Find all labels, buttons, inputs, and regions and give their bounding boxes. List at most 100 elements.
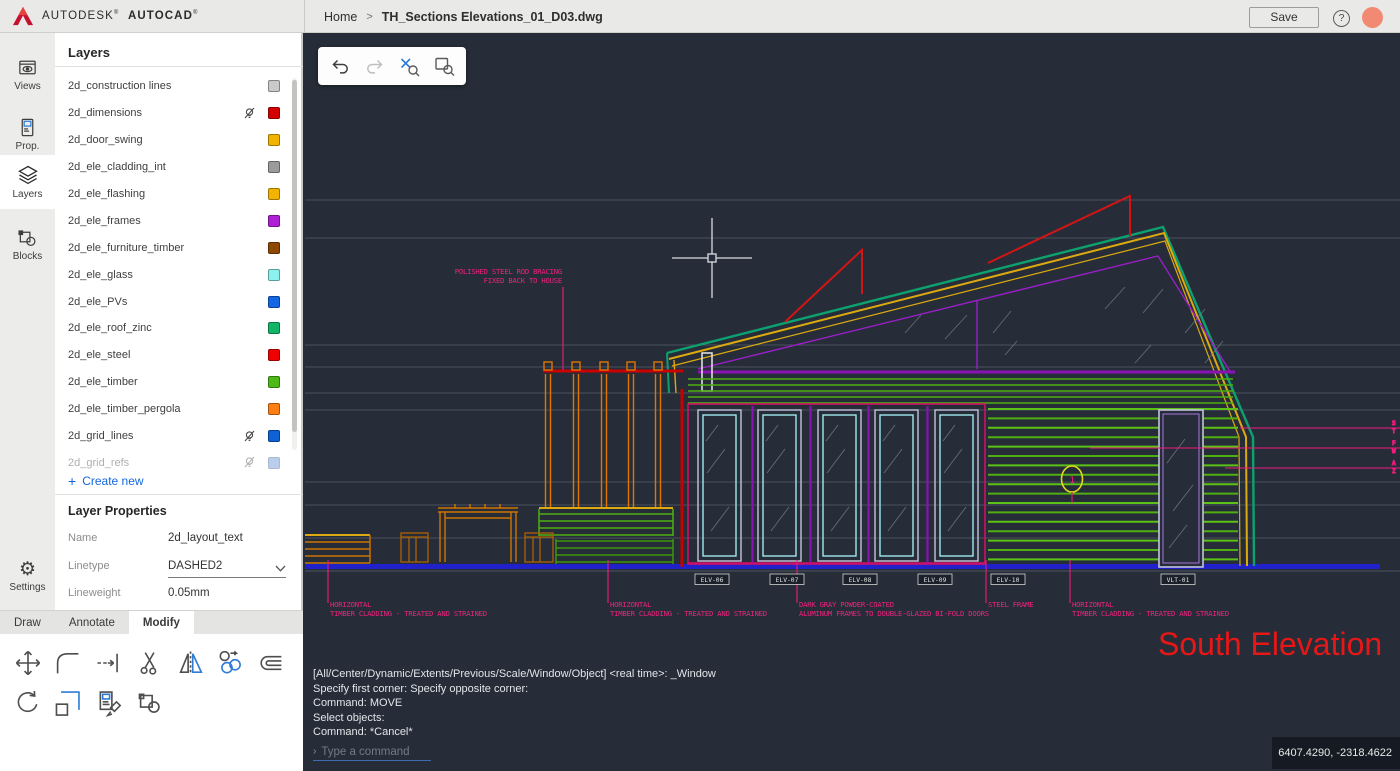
sidebar-item-blocks[interactable]: Blocks: [0, 217, 55, 271]
svg-text:W: W: [1392, 448, 1396, 455]
copy-button[interactable]: [216, 648, 246, 678]
material-label: ALUMINUM FRAMES TO DOUBLE-GLAZED BI-FOLD…: [799, 609, 989, 618]
layer-properties-title: Layer Properties: [68, 504, 167, 518]
layer-color-swatch[interactable]: [268, 376, 280, 389]
lineweight-value[interactable]: 0.05mm: [168, 587, 210, 599]
layer-color-swatch[interactable]: [268, 349, 280, 362]
layer-color-swatch[interactable]: [268, 456, 280, 469]
redo-button[interactable]: [360, 51, 390, 81]
layer-row[interactable]: 2d_dimensions: [55, 100, 303, 127]
undo-button[interactable]: [325, 51, 355, 81]
sidebar-item-settings[interactable]: ⚙ Settings: [0, 549, 55, 603]
create-new-layer-button[interactable]: + Create new: [68, 473, 144, 489]
layer-row[interactable]: 2d_ele_frames: [55, 207, 303, 234]
layer-name: 2d_grid_refs: [68, 456, 130, 469]
layer-name: 2d_ele_frames: [68, 214, 141, 227]
rotate-icon: [17, 690, 38, 713]
material-label: HORIZONTAL: [330, 600, 371, 609]
plus-icon: +: [68, 473, 77, 489]
layer-row[interactable]: 2d_door_swing: [55, 127, 303, 154]
layer-row[interactable]: 2d_grid_refs: [55, 449, 303, 473]
layer-list-scrollbar[interactable]: [292, 78, 297, 450]
zoom-selection-button[interactable]: [395, 51, 425, 81]
elevation-drawing[interactable]: STFWAZ 1 POLISHED STEEL ROD BRACINGFIXED…: [305, 33, 1400, 771]
layer-name-value[interactable]: 2d_layout_text: [168, 532, 243, 544]
sidebar-item-layers[interactable]: Layers: [0, 155, 55, 209]
breadcrumb-home[interactable]: Home: [324, 10, 357, 24]
layer-row[interactable]: 2d_ele_cladding_int: [55, 154, 303, 181]
layer-row[interactable]: 2d_construction lines: [55, 73, 303, 100]
layer-name: 2d_ele_timber_pergola: [68, 403, 181, 416]
save-button[interactable]: Save: [1249, 7, 1319, 28]
layer-color-swatch[interactable]: [268, 188, 280, 200]
tab-modify[interactable]: Modify: [128, 611, 194, 635]
sidebar-item-views[interactable]: Views: [0, 47, 55, 101]
layer-row[interactable]: 2d_ele_furniture_timber: [55, 234, 303, 261]
command-input[interactable]: › Type a command: [313, 743, 431, 761]
chevron-down-icon[interactable]: [275, 565, 286, 573]
match-properties-button[interactable]: [94, 688, 124, 718]
layer-row[interactable]: 2d_ele_glass: [55, 261, 303, 288]
layer-color-swatch[interactable]: [268, 268, 280, 281]
svg-text:S: S: [1392, 420, 1396, 427]
layer-row[interactable]: 2d_ele_roof_zinc: [55, 315, 303, 342]
layer-color-swatch[interactable]: [268, 322, 280, 335]
layer-row[interactable]: 2d_ele_timber: [55, 369, 303, 396]
left-nav-rail: Views Prop. Layers Blocks ⚙ Settings: [0, 33, 55, 610]
material-label: TIMBER CLADDING - TREATED AND STRAINED: [610, 609, 767, 618]
explode-icon: [138, 693, 160, 713]
sidebar-item-properties[interactable]: Prop.: [0, 107, 55, 161]
avatar[interactable]: [1362, 7, 1383, 28]
linetype-select[interactable]: DASHED2: [168, 560, 222, 572]
layer-color-swatch[interactable]: [268, 80, 280, 93]
divider: [55, 66, 303, 67]
layer-name: 2d_ele_PVs: [68, 295, 128, 308]
blocks-icon: [18, 229, 36, 246]
drawing-canvas[interactable]: STFWAZ 1 POLISHED STEEL ROD BRACING FIXED…: [305, 33, 1400, 771]
layer-row[interactable]: 2d_grid_lines: [55, 423, 303, 450]
layer-name: 2d_dimensions: [68, 107, 142, 120]
extend-button[interactable]: [94, 648, 124, 678]
move-button[interactable]: [13, 648, 43, 678]
layer-name: 2d_grid_lines: [68, 430, 134, 443]
layer-name: 2d_ele_timber: [68, 376, 138, 389]
trim-button[interactable]: [136, 648, 166, 678]
layer-color-swatch[interactable]: [268, 403, 280, 416]
elev-tag: ELV-10: [997, 577, 1020, 584]
layer-row[interactable]: 2d_ele_flashing: [55, 181, 303, 208]
layer-color-swatch[interactable]: [268, 430, 280, 443]
offset-button[interactable]: [256, 648, 286, 678]
autodesk-logo[interactable]: AUTODESK® AUTOCAD®: [12, 5, 199, 27]
fillet-button[interactable]: [53, 648, 83, 678]
rotate-button[interactable]: [13, 688, 43, 718]
explode-button[interactable]: [136, 688, 166, 718]
layer-color-swatch[interactable]: [268, 295, 280, 308]
zoom-window-button[interactable]: [430, 51, 460, 81]
layer-color-swatch[interactable]: [268, 107, 280, 120]
mirror-icon: [179, 651, 203, 675]
tab-draw[interactable]: Draw: [0, 611, 55, 635]
layer-off-bulb-icon[interactable]: [243, 456, 256, 469]
material-label: HORIZONTAL: [1072, 600, 1113, 609]
layer-row[interactable]: 2d_ele_timber_pergola: [55, 396, 303, 423]
crosshair-cursor: [672, 218, 752, 298]
layer-color-swatch[interactable]: [268, 214, 280, 227]
layer-name: 2d_ele_steel: [68, 349, 131, 362]
layers-panel: Layers 2d_construction lines 2d_dimension…: [55, 33, 303, 610]
layer-color-swatch[interactable]: [268, 241, 280, 254]
move-icon: [15, 650, 41, 676]
scale-button[interactable]: [53, 688, 83, 718]
layer-off-bulb-icon[interactable]: [243, 430, 256, 443]
tab-annotate[interactable]: Annotate: [55, 611, 129, 635]
properties-icon: [21, 118, 34, 136]
layer-off-bulb-icon[interactable]: [243, 107, 256, 120]
layer-row[interactable]: 2d_ele_PVs: [55, 288, 303, 315]
help-button[interactable]: ?: [1333, 10, 1350, 27]
layer-row[interactable]: 2d_ele_steel: [55, 342, 303, 369]
material-label: DARK GRAY POWDER-COATED: [799, 600, 894, 609]
layer-color-swatch[interactable]: [268, 134, 280, 147]
match-properties-icon: [99, 691, 122, 717]
topbar-divider: [304, 0, 305, 33]
mirror-button[interactable]: [176, 648, 206, 678]
layer-color-swatch[interactable]: [268, 161, 280, 174]
